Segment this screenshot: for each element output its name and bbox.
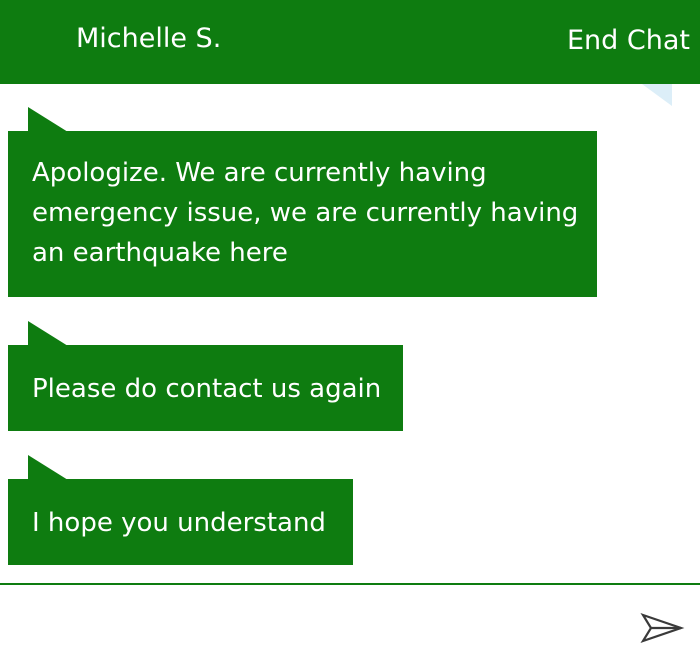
header-corner-decoration	[642, 84, 672, 106]
message-text: Please do contact us again	[32, 369, 393, 409]
message-bubble: Please do contact us again	[8, 321, 403, 431]
chat-header: Michelle S. End Chat	[0, 0, 700, 84]
message-line: I hope you understand	[32, 508, 326, 538]
message-line: emergency issue, we are currently having	[32, 198, 579, 228]
message-bubble: Apologize. We are currently having emerg…	[8, 107, 597, 297]
message-line: Apologize. We are currently having	[32, 158, 487, 188]
message-text: I hope you understand	[32, 503, 343, 543]
message-text: Apologize. We are currently having emerg…	[32, 153, 587, 273]
message-bubble: I hope you understand	[8, 455, 353, 565]
message-input[interactable]	[0, 585, 620, 655]
bubble-tail	[28, 321, 68, 346]
send-icon[interactable]	[637, 609, 687, 647]
bubble-tail	[28, 455, 68, 480]
agent-name: Michelle S.	[76, 23, 222, 54]
message-line: an earthquake here	[32, 238, 288, 268]
bubble-tail	[28, 107, 68, 132]
message-line: Please do contact us again	[32, 374, 382, 404]
end-chat-button[interactable]: End Chat	[567, 22, 690, 60]
